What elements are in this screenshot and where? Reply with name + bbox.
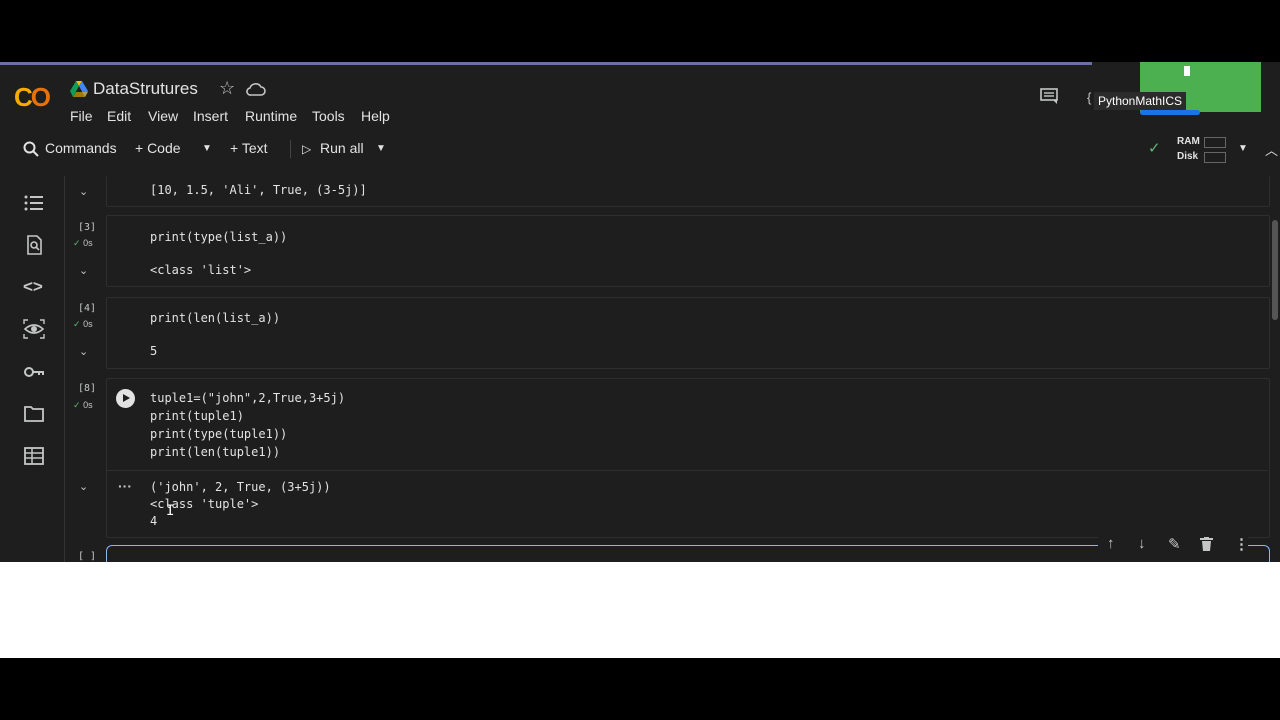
sidebar-divider <box>64 176 65 562</box>
top-progress-strip <box>0 62 1092 65</box>
code-line[interactable]: print(type(tuple1)) <box>150 425 287 443</box>
success-check-icon: ✓ <box>73 319 81 329</box>
execution-time: ✓ 0s <box>73 238 93 249</box>
edit-pencil-icon[interactable]: ✎ <box>1168 535 1181 553</box>
scrollbar[interactable] <box>1272 220 1278 320</box>
run-all-button[interactable]: Run all <box>320 140 364 156</box>
execution-count: [4] <box>78 303 97 314</box>
menu-insert[interactable]: Insert <box>193 108 228 124</box>
cell-output: [10, 1.5, 'Ali', True, (3-5j)] <box>150 183 367 197</box>
menu-runtime[interactable]: Runtime <box>245 108 297 124</box>
play-icon: ▷ <box>302 142 312 156</box>
drive-icon <box>70 81 88 97</box>
menu-help[interactable]: Help <box>361 108 390 124</box>
execution-time: ✓ 0s <box>73 400 93 411</box>
more-output-icon[interactable]: ··· <box>118 478 132 494</box>
resources-chevron-icon[interactable]: ▼ <box>1238 143 1248 154</box>
ram-meter[interactable] <box>1204 137 1226 148</box>
collapse-output-icon[interactable]: ⌄ <box>79 185 88 198</box>
cell-output: <class 'list'> <box>150 263 252 277</box>
cell-divider <box>106 470 1268 471</box>
success-check-icon: ✓ <box>73 400 81 410</box>
star-icon[interactable]: ☆ <box>219 78 235 99</box>
code-cell-4[interactable] <box>106 297 1270 369</box>
chevron-down-icon[interactable]: ▼ <box>202 143 212 154</box>
colab-logo[interactable]: CO <box>14 82 51 113</box>
data-table-icon[interactable] <box>23 446 45 466</box>
find-replace-icon[interactable] <box>23 235 45 255</box>
disk-meter[interactable] <box>1204 152 1226 163</box>
run-all-chevron-icon[interactable]: ▼ <box>376 143 386 154</box>
menu-edit[interactable]: Edit <box>107 108 131 124</box>
variables-inspector-icon[interactable] <box>23 319 45 339</box>
code-editor[interactable]: print(len(list_a)) <box>150 309 280 327</box>
user-name-tag: PythonMathICS <box>1094 92 1187 110</box>
success-check-icon: ✓ <box>73 238 81 248</box>
execution-time-label: 0s <box>83 400 93 410</box>
menu-file[interactable]: File <box>70 108 93 124</box>
share-button[interactable] <box>1140 110 1200 115</box>
add-text-button[interactable]: + Text <box>230 140 268 156</box>
move-up-icon[interactable]: ↑ <box>1107 535 1115 552</box>
collapse-header-icon[interactable]: ︿ <box>1265 140 1278 159</box>
menu-view[interactable]: View <box>148 108 178 124</box>
collapse-output-icon[interactable]: ⌄ <box>79 480 88 493</box>
execution-count: [8] <box>78 383 97 394</box>
move-down-icon[interactable]: ↓ <box>1138 535 1146 552</box>
toolbar-divider <box>290 140 291 158</box>
table-of-contents-icon[interactable] <box>23 193 45 213</box>
share-icon[interactable]: { <box>1087 90 1091 105</box>
cell-output-line: 4 <box>150 514 158 528</box>
disk-label: Disk <box>1177 151 1199 162</box>
notebook-title[interactable]: DataStrutures <box>93 79 198 99</box>
files-folder-icon[interactable] <box>23 404 45 424</box>
menu-tools[interactable]: Tools <box>312 108 345 124</box>
comment-icon[interactable] <box>1040 88 1058 104</box>
cell-output: 5 <box>150 344 158 358</box>
code-line[interactable]: tuple1=("john",2,True,3+5j) <box>150 389 345 407</box>
text-cursor-icon: I <box>166 503 175 519</box>
execution-count: [ ] <box>78 551 97 562</box>
collapse-output-icon[interactable]: ⌄ <box>79 345 88 358</box>
execution-time-label: 0s <box>83 238 93 248</box>
connected-check-icon: ✓ <box>1148 140 1161 157</box>
cell-output-line: ('john', 2, True, (3+5j)) <box>150 480 331 494</box>
code-cell-3[interactable] <box>106 215 1270 287</box>
execution-time-label: 0s <box>83 319 93 329</box>
secrets-key-icon[interactable] <box>23 362 45 382</box>
cloud-icon[interactable] <box>246 82 266 96</box>
code-editor[interactable]: print(type(list_a)) <box>150 228 287 246</box>
execution-count: [3] <box>78 222 97 233</box>
more-options-icon[interactable]: ⋮ <box>1234 535 1249 553</box>
collapse-output-icon[interactable]: ⌄ <box>79 264 88 277</box>
video-letterbox-white <box>0 562 1280 658</box>
ram-label: RAM <box>1177 136 1200 147</box>
code-line[interactable]: print(len(tuple1)) <box>150 443 280 461</box>
search-icon <box>23 141 39 157</box>
execution-time: ✓ 0s <box>73 319 93 330</box>
code-snippets-icon[interactable]: <> <box>23 277 45 297</box>
delete-icon[interactable] <box>1200 537 1213 551</box>
commands-button[interactable]: Commands <box>45 140 117 156</box>
run-cell-button[interactable] <box>116 389 135 408</box>
add-code-button[interactable]: + Code <box>135 140 181 156</box>
code-line[interactable]: print(tuple1) <box>150 407 244 425</box>
video-letterbox-black <box>0 658 1280 720</box>
